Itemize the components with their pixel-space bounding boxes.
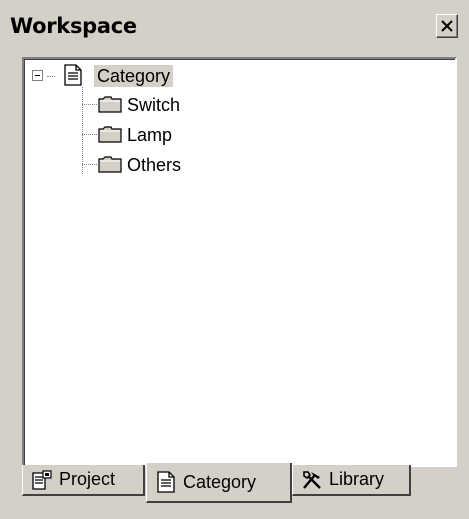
tree-node-label: Category <box>94 65 174 87</box>
tab-library[interactable]: Library <box>292 465 411 496</box>
tab-project[interactable]: Project <box>22 465 145 496</box>
window-title: Workspace <box>10 14 137 38</box>
tab-label: Library <box>329 469 385 489</box>
tree-node-label: Switch <box>127 95 181 115</box>
document-icon <box>64 64 82 86</box>
title-bar: Workspace <box>0 0 469 46</box>
document-icon <box>155 471 177 493</box>
workspace-window: Workspace Category Switch Lamp Others Pr… <box>0 0 469 519</box>
tree-node-label: Others <box>127 155 182 175</box>
collapse-toggle[interactable] <box>32 70 43 81</box>
tab-category[interactable]: Category <box>146 463 292 503</box>
close-icon <box>441 20 453 32</box>
tree-node-label: Lamp <box>127 125 173 145</box>
tab-strip: Project Category Library <box>22 463 453 519</box>
project-icon <box>31 469 53 491</box>
tab-label: Project <box>59 469 116 489</box>
close-button[interactable] <box>436 14 458 38</box>
folder-icon <box>98 96 122 113</box>
category-tree[interactable]: Category Switch Lamp Others <box>22 57 457 467</box>
folder-icon <box>98 156 122 173</box>
tab-label: Category <box>183 471 257 492</box>
tools-icon <box>301 469 323 491</box>
folder-icon <box>98 126 122 143</box>
